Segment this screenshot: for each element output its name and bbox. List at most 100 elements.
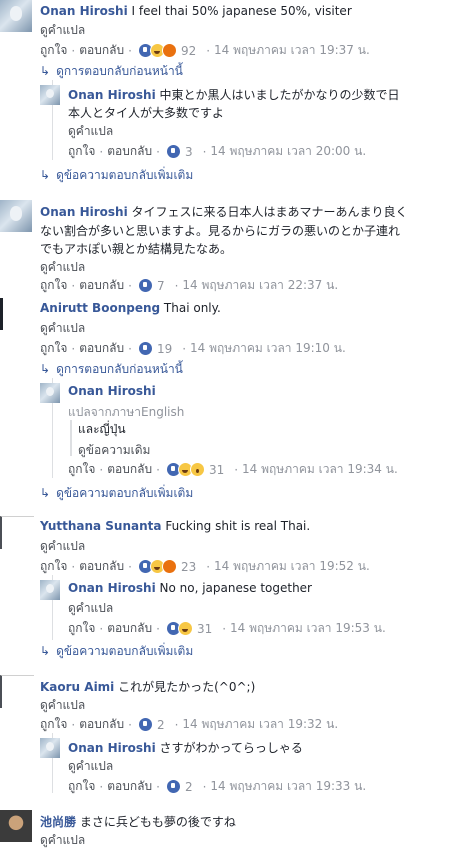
see-original-link[interactable]: ดูข้อความเดิม — [78, 441, 150, 460]
see-translation-link[interactable]: ดูคำแปล — [40, 831, 85, 850]
timestamp[interactable]: 14 พฤษภาคม เวลา 19:52 น. — [214, 557, 370, 576]
like-link[interactable]: ถูกใจ — [68, 777, 95, 796]
see-translation-link[interactable]: ดูคำแปล — [40, 258, 85, 277]
reply-link[interactable]: ตอบกลับ — [79, 715, 124, 734]
like-link[interactable]: ถูกใจ — [40, 557, 67, 576]
see-translation-link[interactable]: ดูคำแปล — [40, 319, 85, 338]
reactions[interactable] — [137, 717, 153, 732]
reaction-count: 23 — [180, 559, 197, 574]
angry-reaction-icon — [161, 43, 177, 58]
avatar[interactable] — [40, 85, 60, 105]
avatar[interactable] — [0, 298, 35, 330]
see-translation-link[interactable]: ดูคำแปล — [68, 757, 113, 776]
view-previous-replies[interactable]: ↳ ดูการตอบกลับก่อนหน้านี้ — [40, 360, 183, 379]
commenter-name[interactable]: Onan Hiroshi — [68, 88, 156, 102]
see-translation-link[interactable]: ดูคำแปล — [68, 599, 113, 618]
commenter-name[interactable]: Anirutt Boonpeng — [40, 301, 160, 315]
comment-text: No no, japanese together — [159, 581, 312, 595]
reply-arrow-icon: ↳ — [40, 64, 51, 78]
like-link[interactable]: ถูกใจ — [40, 339, 67, 358]
comment-text: まさに兵どもも夢の後ですね — [79, 815, 236, 829]
like-reaction-icon — [137, 717, 153, 732]
like-link[interactable]: ถูกใจ — [40, 715, 67, 734]
commenter-name[interactable]: Onan Hiroshi — [68, 581, 156, 595]
see-translation-link[interactable]: ดูคำแปล — [40, 696, 85, 715]
avatar[interactable] — [40, 580, 60, 600]
timestamp[interactable]: 14 พฤษภาคม เวลา 19:32 น. — [182, 715, 338, 734]
commenter-name[interactable]: Yutthana Sunanta — [40, 519, 162, 533]
view-previous-replies[interactable]: ↳ ดูการตอบกลับก่อนหน้านี้ — [40, 62, 183, 81]
timestamp[interactable]: 14 พฤษภาคม เวลา 19:10 น. — [190, 339, 346, 358]
comment-text: さすがわかってらっしゃる — [159, 741, 303, 755]
reply-link[interactable]: ตอบกลับ — [107, 460, 152, 479]
avatar[interactable] — [0, 0, 32, 32]
reply: Onan Hiroshi さすがわかってらっしゃる — [68, 739, 303, 756]
reply-arrow-icon: ↳ — [40, 644, 51, 658]
reactions[interactable] — [137, 559, 177, 574]
view-more-replies[interactable]: ↳ ดูข้อความตอบกลับเพิ่มเติม — [40, 484, 193, 503]
reply-link[interactable]: ตอบกลับ — [79, 41, 124, 60]
timestamp[interactable]: 14 พฤษภาคม เวลา 19:34 น. — [242, 460, 398, 479]
reply-arrow-icon: ↳ — [40, 168, 51, 182]
comment: Onan Hiroshi I feel thai 50% japanese 50… — [40, 4, 352, 18]
reactions[interactable] — [165, 144, 181, 159]
timestamp[interactable]: 14 พฤษภาคม เวลา 20:00 น. — [210, 142, 366, 161]
avatar[interactable] — [0, 810, 32, 842]
avatar[interactable] — [0, 200, 32, 232]
reactions[interactable] — [165, 462, 205, 477]
see-translation-link[interactable]: ดูคำแปล — [68, 122, 113, 141]
timestamp[interactable]: 14 พฤษภาคม เวลา 19:37 น. — [214, 41, 370, 60]
like-link[interactable]: ถูกใจ — [68, 460, 95, 479]
reaction-count: 31 — [196, 621, 213, 636]
reply-link[interactable]: ตอบกลับ — [79, 557, 124, 576]
comment-text-continued: でもアホぽい親とか結構見たなあ。 — [40, 242, 233, 256]
reply-link[interactable]: ตอบกลับ — [107, 777, 152, 796]
view-more-replies[interactable]: ↳ ดูข้อความตอบกลับเพิ่มเติม — [40, 166, 193, 185]
comment-actions: ถูกใจ · ตอบกลับ · 2 · 14 พฤษภาคม เวลา 19:32… — [40, 715, 338, 734]
commenter-name[interactable]: Onan Hiroshi — [40, 205, 128, 219]
reply-link[interactable]: ตอบกลับ — [107, 619, 152, 638]
comment-actions: ถูกใจ · ตอบกลับ · 3 · 14 พฤษภาคม เวลา 20:00… — [68, 142, 366, 161]
see-translation-link[interactable]: ดูคำแปล — [40, 21, 85, 40]
translated-text-line: และญี่ปุ่น — [78, 422, 126, 436]
like-reaction-icon — [137, 278, 153, 293]
reactions[interactable] — [165, 621, 193, 636]
reactions[interactable] — [165, 779, 181, 794]
reply-link[interactable]: ตอบกลับ — [79, 339, 124, 358]
haha-reaction-icon — [177, 621, 193, 636]
commenter-name[interactable]: Kaoru Aimi — [40, 680, 114, 694]
commenter-name[interactable]: Onan Hiroshi — [40, 4, 128, 18]
reactions[interactable] — [137, 43, 177, 58]
avatar[interactable] — [40, 383, 60, 403]
timestamp[interactable]: 14 พฤษภาคม เวลา 19:33 น. — [210, 777, 366, 796]
like-link[interactable]: ถูกใจ — [40, 41, 67, 60]
comment-text: これが見たかった(^0^;) — [118, 680, 256, 694]
see-translation-link[interactable]: ดูคำแปล — [40, 537, 85, 556]
reaction-count: 19 — [156, 341, 173, 356]
comment: Anirutt Boonpeng Thai only. — [40, 301, 221, 315]
commenter-name[interactable]: Onan Hiroshi — [68, 741, 156, 755]
like-link[interactable]: ถูกใจ — [40, 276, 67, 295]
commenter-name[interactable]: 池尚勝 — [40, 815, 76, 829]
reactions[interactable] — [137, 341, 153, 356]
commenter-name[interactable]: Onan Hiroshi — [68, 384, 156, 398]
avatar[interactable] — [0, 675, 34, 708]
avatar[interactable] — [40, 738, 60, 758]
comment: 池尚勝 まさに兵どもも夢の後ですね — [40, 813, 236, 830]
like-link[interactable]: ถูกใจ — [68, 619, 95, 638]
reaction-count: 2 — [184, 779, 193, 794]
comment: Yutthana Sunanta Fucking shit is real Th… — [40, 519, 310, 533]
reaction-count: 31 — [208, 462, 225, 477]
comment-text: Fucking shit is real Thai. — [165, 519, 311, 533]
like-link[interactable]: ถูกใจ — [68, 142, 95, 161]
avatar[interactable] — [0, 516, 34, 549]
wow-reaction-icon — [189, 462, 205, 477]
comment-actions: ถูกใจ · ตอบกลับ · 23 · 14 พฤษภาคม เวลา 19:5… — [40, 557, 370, 576]
timestamp[interactable]: 14 พฤษภาคม เวลา 22:37 น. — [182, 276, 338, 295]
comment-text: タイフェスに来る日本人はまあマナーあんまり良く — [131, 205, 408, 219]
reply-link[interactable]: ตอบกลับ — [107, 142, 152, 161]
reactions[interactable] — [137, 278, 153, 293]
timestamp[interactable]: 14 พฤษภาคม เวลา 19:53 น. — [230, 619, 386, 638]
reply-link[interactable]: ตอบกลับ — [79, 276, 124, 295]
view-more-replies[interactable]: ↳ ดูข้อความตอบกลับเพิ่มเติม — [40, 642, 193, 661]
